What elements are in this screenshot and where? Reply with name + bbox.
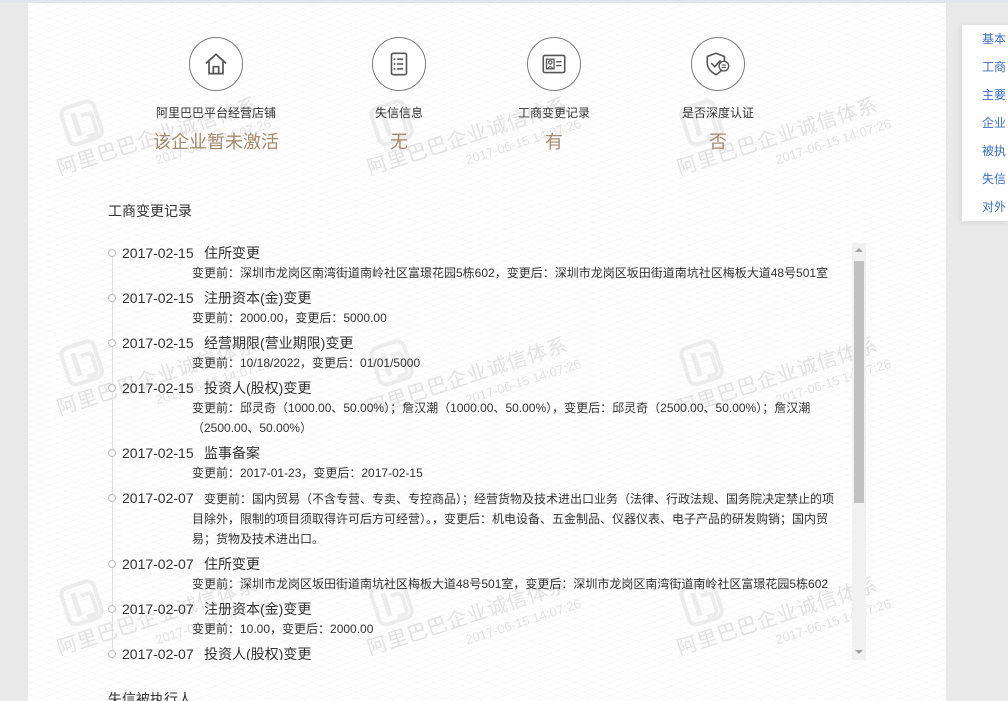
change-type: 注册资本(金)变更 [204, 601, 312, 617]
change-detail: 变更前：2017-01-23，变更后：2017-02-15 [192, 466, 423, 480]
change-detail: 变更前：邱灵奇（1000.00、50.00%）；詹汉潮（1000.00、50.0… [192, 401, 811, 435]
list-document-icon [372, 37, 426, 91]
change-type: 住所变更 [204, 245, 260, 261]
change-date: 2017-02-15 [122, 290, 194, 306]
top-border [0, 0, 1008, 3]
timeline-dot [108, 650, 116, 658]
change-record: 2017-02-15 注册资本(金)变更 变更前：2000.00，变更后：5000… [104, 288, 845, 328]
change-record: 2017-02-07 投资人(股权)变更 [104, 644, 845, 660]
timeline-dot [108, 294, 116, 302]
change-records-list: 2017-02-15 住所变更 变更前：深圳市龙岗区南湾街道南岭社区富璟花园5栋6… [104, 243, 845, 660]
change-type: 监事备案 [204, 445, 260, 461]
vertical-scrollbar[interactable] [852, 243, 866, 660]
change-record: 2017-02-07 注册资本(金)变更 变更前：10.00，变更后：2000.0… [104, 599, 845, 639]
timeline-dot [108, 249, 116, 257]
summary-label: 阿里巴巴平台经营店铺 [155, 106, 276, 120]
change-type: 注册资本(金)变更 [204, 290, 312, 306]
summary-item-dishonest-info: 失信信息 无 [319, 0, 479, 160]
change-detail: 变更前：深圳市龙岗区南湾街道南岭社区富璟花园5栋602，变更后：深圳市龙岗区坂田… [192, 266, 829, 280]
summary-value: 有 [545, 132, 563, 152]
arrow-down-icon [855, 650, 863, 654]
change-record-title: 2017-02-15 监事备案 [122, 443, 845, 463]
summary-label: 工商变更记录 [517, 106, 590, 120]
summary-value: 无 [390, 132, 408, 152]
change-detail: 变更前：10/18/2022，变更后：01/01/5000 [192, 356, 421, 370]
change-record-title: 2017-02-15 注册资本(金)变更 [122, 288, 845, 308]
side-nav-item-enterprise[interactable]: 企业 [962, 109, 1008, 137]
change-records-scroll-area[interactable]: 2017-02-15 住所变更 变更前：深圳市龙岗区南湾街道南岭社区富璟花园5栋6… [104, 243, 866, 660]
summary-label: 是否深度认证 [681, 106, 754, 120]
change-record: 2017-02-15 监事备案 变更前：2017-01-23，变更后：2017-0… [104, 443, 845, 483]
change-date: 2017-02-15 [122, 335, 194, 351]
side-nav-item-executed[interactable]: 被执 [962, 137, 1008, 165]
change-type: 投资人(股权)变更 [204, 646, 312, 660]
change-record: 2017-02-07 住所变更 变更前：深圳市龙岗区坂田街道南坑社区梅板大道48号… [104, 554, 845, 594]
summary-label: 失信信息 [374, 106, 423, 120]
timeline-dot [108, 384, 116, 392]
scroll-up-button[interactable] [852, 243, 866, 259]
home-icon [189, 37, 243, 91]
change-detail: 变更前：2000.00，变更后：5000.00 [192, 311, 387, 325]
change-date: 2017-02-15 [122, 445, 194, 461]
side-nav-item-dishonest[interactable]: 失信 [962, 165, 1008, 193]
change-date: 2017-02-07 [122, 490, 194, 506]
side-nav-item-external[interactable]: 对外 [962, 193, 1008, 221]
main-content-panel: 阿里巴巴企业诚信体系 2017-06-15 14:07:26 阿里巴巴企业诚信体… [28, 0, 946, 701]
change-record-title: 2017-02-15 经营期限(营业期限)变更 [122, 333, 845, 353]
change-type: 住所变更 [204, 556, 260, 572]
arrow-up-icon [855, 248, 863, 252]
watermark-logo [57, 96, 107, 149]
change-record-title: 2017-02-07 住所变更 [122, 554, 845, 574]
change-record-title: 2017-02-07 注册资本(金)变更 [122, 599, 845, 619]
change-record-title: 2017-02-15 投资人(股权)变更 [122, 378, 845, 398]
side-nav-item-basic[interactable]: 基本 [962, 25, 1008, 53]
change-record: 2017-02-07 变更前：国内贸易（不含专营、专卖、专控商品）；经营货物及技术… [104, 488, 845, 549]
timeline-dot [108, 605, 116, 613]
change-detail: 变更前：深圳市龙岗区坂田街道南坑社区梅板大道48号501室，变更后：深圳市龙岗区… [192, 577, 829, 591]
side-nav-item-business[interactable]: 工商 [962, 53, 1008, 81]
change-record: 2017-02-15 经营期限(营业期限)变更 变更前：10/18/2022，变更… [104, 333, 845, 373]
change-date: 2017-02-07 [122, 556, 194, 572]
section-title-dishonest-executed: 失信被执行人 [108, 691, 192, 701]
summary-value: 该企业暂未激活 [153, 132, 279, 152]
side-nav: 基本 工商 主要 企业 被执 失信 对外 [961, 24, 1008, 222]
change-record-title: 2017-02-07 投资人(股权)变更 [122, 644, 845, 660]
section-title-business-changes: 工商变更记录 [108, 203, 192, 219]
change-record-title: 2017-02-15 住所变更 [122, 243, 845, 263]
timeline-dot [108, 494, 116, 502]
id-card-icon [527, 37, 581, 91]
side-nav-item-key[interactable]: 主要 [962, 81, 1008, 109]
scrollbar-thumb[interactable] [854, 261, 864, 503]
change-record: 2017-02-15 住所变更 变更前：深圳市龙岗区南湾街道南岭社区富璟花园5栋6… [104, 243, 845, 283]
watermark-logo [57, 576, 107, 629]
change-type: 投资人(股权)变更 [204, 380, 312, 396]
change-type: 经营期限(营业期限)变更 [204, 335, 354, 351]
change-detail: 变更前：10.00，变更后：2000.00 [192, 622, 374, 636]
change-date: 2017-02-15 [122, 245, 194, 261]
change-detail: 变更前：国内贸易（不含专营、专卖、专控商品）；经营货物及技术进出口业务（法律、行… [192, 492, 835, 546]
watermark-logo [57, 336, 107, 389]
scroll-down-button[interactable] [852, 644, 866, 660]
timeline-dot [108, 339, 116, 347]
summary-item-business-changes: 工商变更记录 有 [474, 0, 634, 160]
page: 阿里巴巴企业诚信体系 2017-06-15 14:07:26 阿里巴巴企业诚信体… [0, 0, 1008, 701]
change-date: 2017-02-07 [122, 601, 194, 617]
change-record-inline: 2017-02-07 变更前：国内贸易（不含专营、专卖、专控商品）；经营货物及技术… [122, 488, 845, 549]
change-date: 2017-02-15 [122, 380, 194, 396]
change-record: 2017-02-15 投资人(股权)变更 变更前：邱灵奇（1000.00、50.0… [104, 378, 845, 438]
timeline-dot [108, 560, 116, 568]
change-date: 2017-02-07 [122, 646, 194, 660]
summary-item-deep-certification: 是否深度认证 否 [638, 0, 798, 160]
certified-shield-icon [691, 37, 745, 91]
timeline-dot [108, 449, 116, 457]
summary-value: 否 [709, 132, 727, 152]
summary-item-platform-store: 阿里巴巴平台经营店铺 该企业暂未激活 [136, 0, 296, 160]
